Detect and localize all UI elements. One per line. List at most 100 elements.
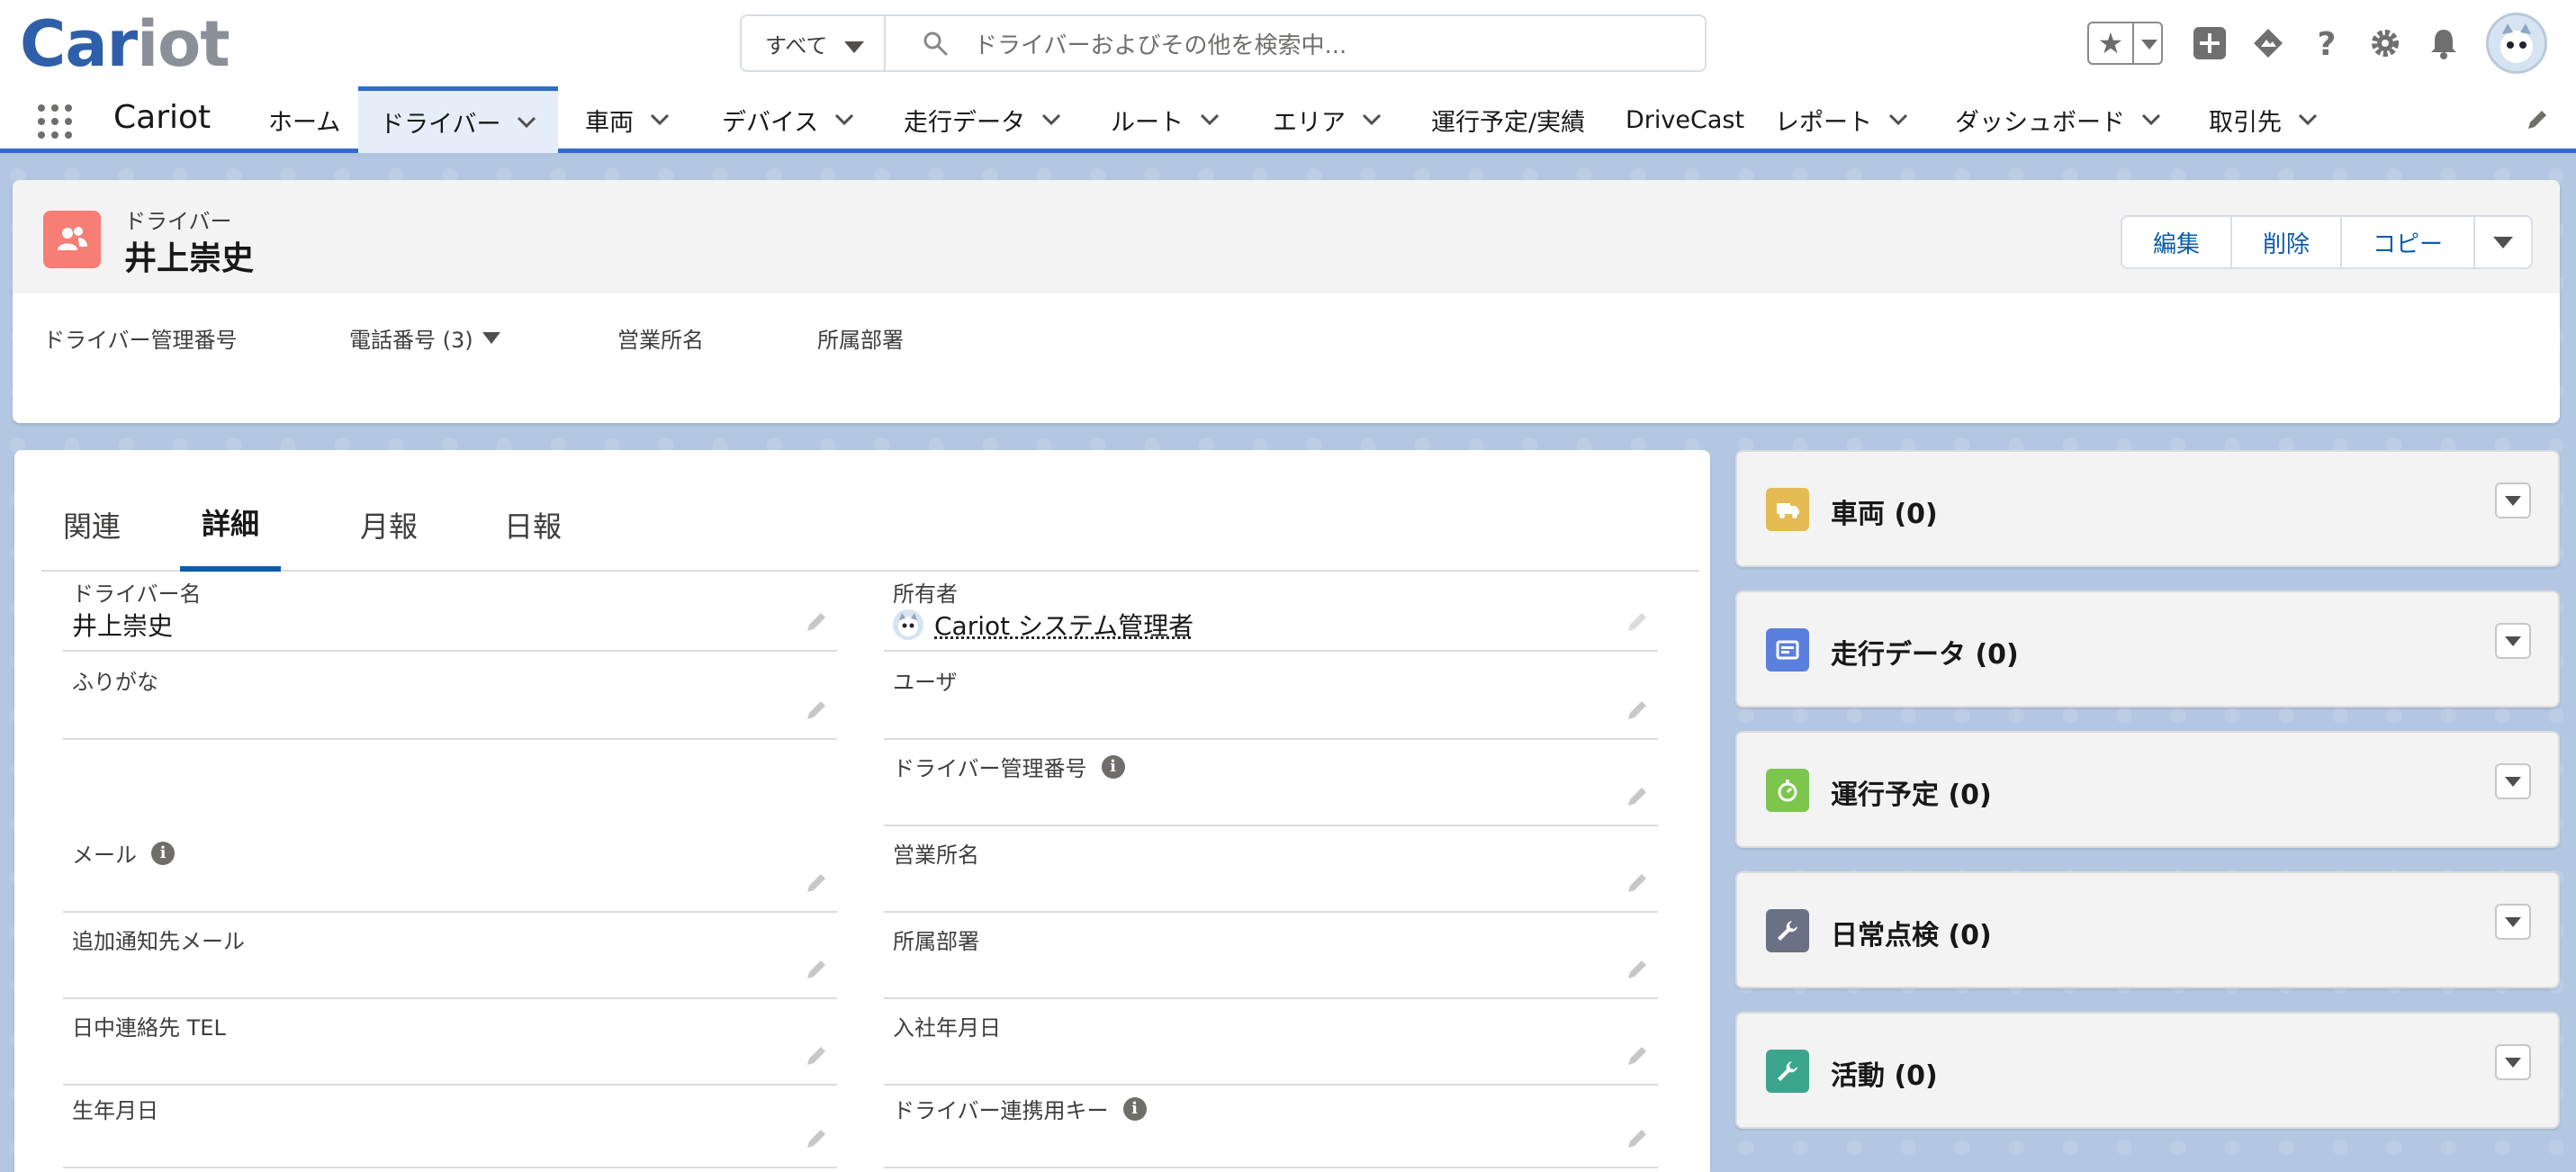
pencil-icon[interactable] [1626,785,1649,808]
search-scope-dropdown[interactable]: すべて [742,16,886,70]
chevron-down-icon[interactable] [834,113,854,126]
chevron-down-icon[interactable] [1200,113,1220,126]
chevron-down-icon[interactable] [2141,113,2161,126]
pencil-icon[interactable] [1626,699,1649,722]
record-title-bar: ドライバー 井上崇史 編集 削除 コピー [13,180,2560,293]
delete-button[interactable]: 削除 [2232,217,2342,267]
field-label: ふりがな [72,670,158,695]
field-furigana: ふりがな [63,654,837,740]
nav-item-accounts[interactable]: 取引先 [2187,86,2339,153]
related-list-title[interactable]: 日常点検 (0) [1831,913,1992,952]
trailhead-icon[interactable] [2248,23,2288,63]
pencil-icon[interactable] [1626,1044,1649,1068]
tab-related[interactable]: 関連 [41,477,142,572]
tab-daily-report[interactable]: 日報 [482,477,583,572]
favorites-button-group[interactable]: ★ [2087,22,2163,65]
info-icon[interactable]: i [151,841,175,865]
related-list-menu-button[interactable] [2495,763,2531,799]
field-extra-email: 追加通知先メール [63,913,837,999]
owner-name: Cariot システム管理者 [934,611,1194,641]
chevron-down-icon[interactable] [2298,113,2318,126]
document-icon [1766,628,1809,672]
nav-item-routes[interactable]: ルート [1089,86,1241,153]
pencil-icon[interactable] [805,1044,828,1068]
record-object-label: ドライバー [124,209,232,234]
search-icon [922,30,949,57]
related-list-menu-button[interactable] [2495,482,2531,518]
add-icon[interactable] [2190,23,2229,63]
field-value: 井上崇史 [72,611,174,641]
field-birth-date: 生年月日 [63,1082,837,1168]
stopwatch-icon [1766,769,1809,812]
field-owner: 所有者 Cariot システム管理者 [884,565,1658,652]
nav-item-drivecast[interactable]: DriveCast [1604,86,1766,153]
related-list-title[interactable]: 走行データ (0) [1831,632,2019,672]
help-icon[interactable]: ? [2307,23,2346,63]
field-label: 営業所名 [893,843,979,868]
chevron-down-icon[interactable] [517,116,536,129]
chevron-down-icon[interactable] [650,113,670,126]
nav-item-devices[interactable]: デバイス [700,86,876,153]
info-icon[interactable]: i [1101,754,1125,779]
edit-nav-pencil-icon[interactable] [2526,108,2549,131]
nav-item-home[interactable]: ホーム [247,86,362,153]
related-list-operation-plans: 運行予定 (0) [1735,731,2560,848]
pencil-icon[interactable] [805,610,828,634]
nav-item-drive-data[interactable]: 走行データ [882,86,1083,153]
related-list-title[interactable]: 運行予定 (0) [1831,772,1992,812]
favorites-menu-icon[interactable] [2134,23,2161,63]
related-list-title[interactable]: 車両 (0) [1831,491,1938,531]
nav-item-operation-plans[interactable]: 運行予定/実績 [1410,86,1607,153]
copy-button[interactable]: コピー [2342,217,2475,267]
edit-button[interactable]: 編集 [2122,217,2232,267]
pencil-icon[interactable] [1626,958,1649,981]
pencil-icon[interactable] [805,699,828,722]
field-label: ドライバー管理番号 i [893,751,1125,782]
owner-link[interactable]: Cariot システム管理者 [893,607,1193,643]
record-actions: 編集 削除 コピー [2120,215,2533,269]
field-label: 所有者 [893,581,958,607]
search-input[interactable]: ドライバーおよびその他を検索中... [974,27,1347,60]
chevron-down-icon[interactable] [1888,113,1908,126]
related-list-menu-button[interactable] [2495,1044,2531,1080]
chevron-down-icon[interactable] [482,332,500,344]
info-icon[interactable]: i [1122,1096,1147,1121]
chevron-down-icon[interactable] [1362,113,1382,126]
related-list-menu-button[interactable] [2495,623,2531,659]
related-list-drive-data: 走行データ (0) [1735,591,2560,708]
related-list-menu-button[interactable] [2495,904,2531,940]
nav-item-areas[interactable]: エリア [1251,86,1403,153]
pencil-icon[interactable] [1626,871,1649,895]
related-list-daily-inspection: 日常点検 (0) [1735,871,2560,988]
pencil-icon[interactable] [805,958,828,981]
pencil-icon[interactable] [1626,1127,1649,1150]
cariot-logo[interactable]: Cariot [20,13,230,76]
nav-item-drivers[interactable]: ドライバー [358,86,559,153]
user-avatar[interactable] [2486,13,2547,74]
related-list-title[interactable]: 活動 (0) [1831,1053,1938,1093]
record-title: 井上崇史 [124,240,255,277]
field-label: ドライバー名 [72,581,202,607]
field-label-text: メール [72,843,137,868]
logo-part-b: iot [137,7,230,81]
pencil-icon[interactable] [805,1127,828,1150]
tab-details[interactable]: 詳細 [180,477,282,572]
bell-icon[interactable] [2424,23,2463,63]
pencil-icon[interactable] [805,871,828,895]
more-actions-button[interactable] [2475,217,2531,267]
tab-monthly-report[interactable]: 月報 [338,477,439,572]
field-link-key: ドライバー連携用キー i [884,1082,1658,1168]
app-launcher-icon[interactable] [36,103,74,140]
highlight-phone-label: 電話番号 (3) [349,328,473,353]
svg-text:?: ? [2318,26,2337,61]
star-icon[interactable]: ★ [2089,23,2134,63]
nav-item-vehicles[interactable]: 車両 [563,86,691,153]
record-highlights-panel: ドライバー 井上崇史 編集 削除 コピー ドライバー管理番号 電話番号 (3) … [13,180,2560,423]
nav-item-dashboards[interactable]: ダッシュボード [1933,86,2183,153]
chevron-down-icon[interactable] [1041,113,1061,126]
app-name: Cariot [113,99,212,136]
change-owner-icon[interactable] [1626,610,1649,634]
highlight-phone[interactable]: 電話番号 (3) [349,322,500,354]
nav-item-reports[interactable]: レポート [1753,86,1930,153]
gear-icon[interactable] [2365,23,2405,63]
